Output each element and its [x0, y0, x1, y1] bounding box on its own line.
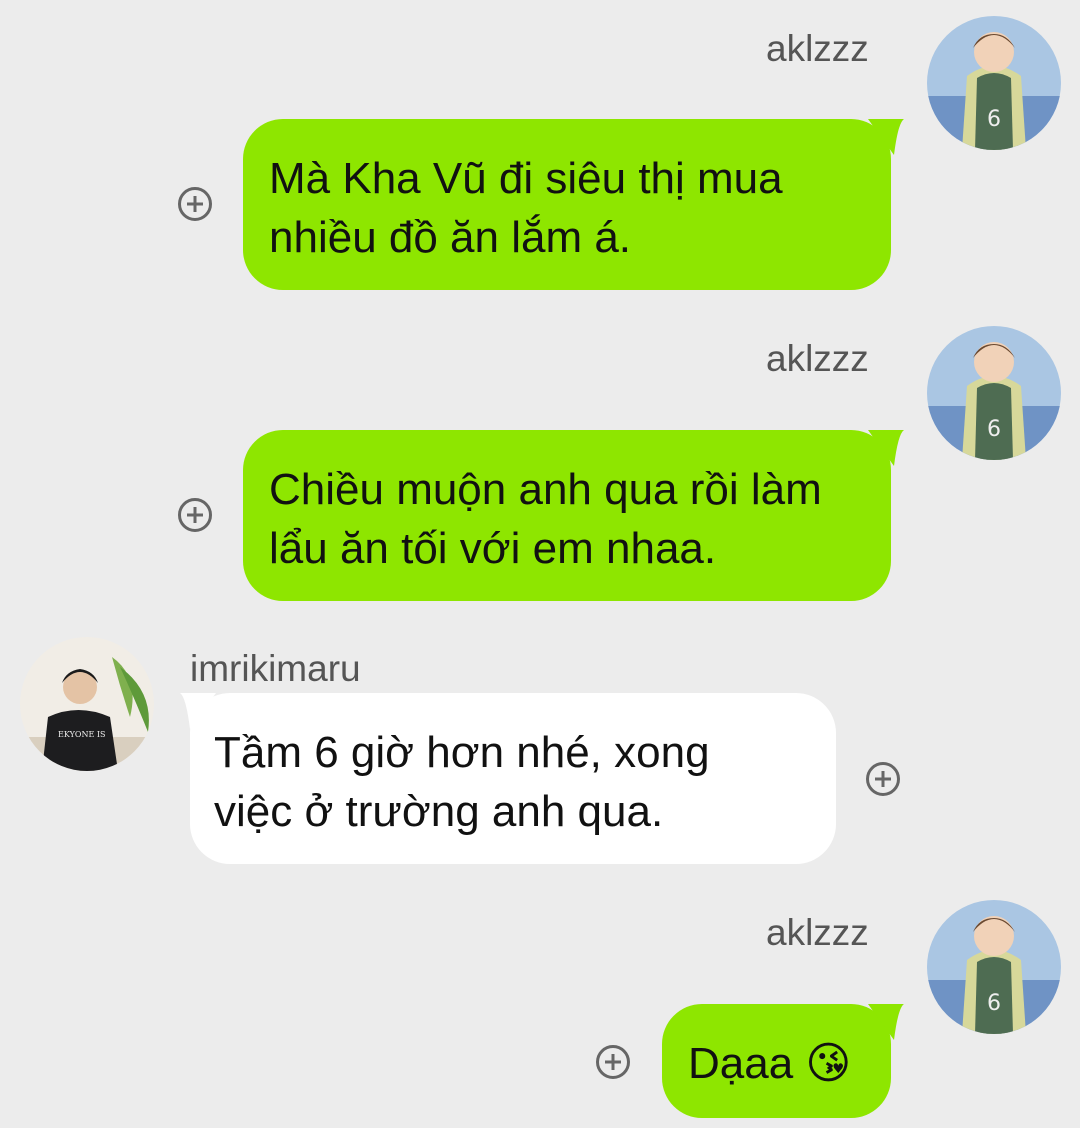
message-text: Dạaa: [688, 1039, 794, 1088]
message-bubble[interactable]: Tầm 6 giờ hơn nhé, xong việc ở trường an…: [190, 693, 836, 864]
sender-name: aklzzz: [766, 28, 869, 69]
add-reaction-icon[interactable]: [178, 187, 212, 221]
message-bubble[interactable]: Mà Kha Vũ đi siêu thị mua nhiều đồ ăn lắ…: [243, 119, 891, 290]
message-line: Mà Kha Vũ đi siêu thị mua: [269, 154, 783, 203]
sender-avatar[interactable]: 6: [927, 326, 1061, 460]
svg-text:6: 6: [987, 107, 1001, 132]
bubble-tail: [180, 693, 216, 729]
message-line: nhiều đồ ăn lắm á.: [269, 213, 632, 262]
message-line: lẩu ăn tối với em nhaa.: [269, 524, 717, 573]
message-bubble[interactable]: Dạaa 😘: [662, 1004, 891, 1118]
message-bubble[interactable]: Chiều muộn anh qua rồi làm lẩu ăn tối vớ…: [243, 430, 891, 601]
add-reaction-icon[interactable]: [866, 762, 900, 796]
add-reaction-icon[interactable]: [178, 498, 212, 532]
message-line: việc ở trường anh qua.: [214, 787, 664, 836]
message-line: Tầm 6 giờ hơn nhé, xong: [214, 728, 710, 777]
contact-avatar[interactable]: EKYONE IS: [20, 637, 154, 771]
svg-text:6: 6: [987, 991, 1001, 1016]
sender-name: aklzzz: [766, 912, 869, 953]
svg-text:EKYONE IS: EKYONE IS: [58, 730, 105, 739]
sender-avatar[interactable]: 6: [927, 900, 1061, 1034]
sender-name: aklzzz: [766, 338, 869, 379]
bubble-tail: [868, 430, 904, 466]
svg-text:6: 6: [987, 417, 1001, 442]
add-reaction-icon[interactable]: [596, 1045, 630, 1079]
bubble-tail: [868, 119, 904, 155]
sender-avatar[interactable]: 6: [927, 16, 1061, 150]
kiss-emoji-icon: 😘: [805, 1038, 852, 1089]
message-line: Chiều muộn anh qua rồi làm: [269, 465, 822, 514]
bubble-tail: [868, 1004, 904, 1040]
sender-name: imrikimaru: [190, 648, 361, 689]
